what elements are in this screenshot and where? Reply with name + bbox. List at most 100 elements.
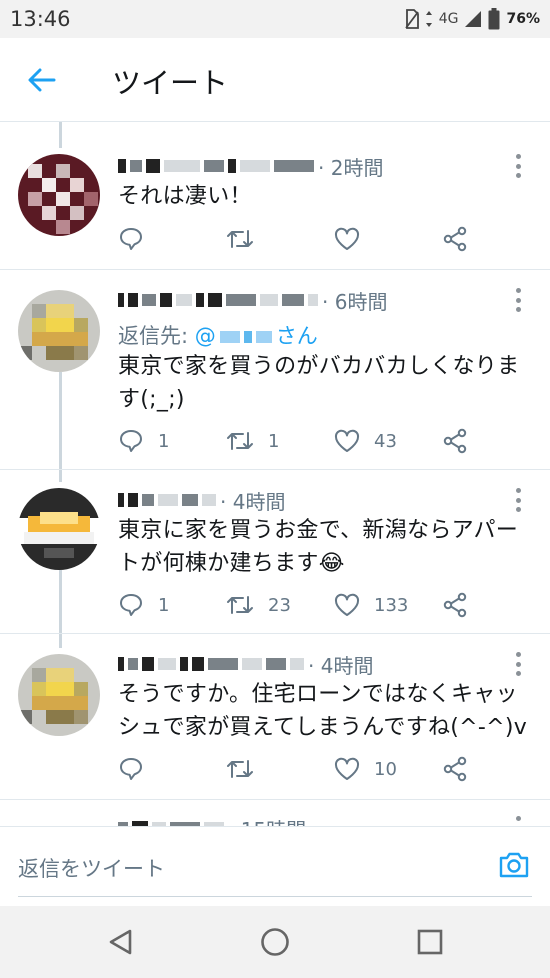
triangle-back-icon bbox=[109, 929, 132, 955]
more-button[interactable] bbox=[512, 488, 524, 512]
share-button[interactable] bbox=[442, 224, 468, 254]
tweet-actions bbox=[118, 224, 478, 254]
reply-to-label: 返信先: bbox=[118, 324, 189, 348]
more-button[interactable] bbox=[512, 154, 524, 178]
blurred-username bbox=[118, 286, 318, 314]
like-count: 43 bbox=[374, 430, 397, 452]
tweet-header: · 4時間 bbox=[118, 486, 490, 514]
heart-icon bbox=[334, 227, 360, 250]
status-time: 13:46 bbox=[10, 7, 71, 31]
retweet-count: 23 bbox=[268, 594, 291, 616]
retweet-button[interactable] bbox=[226, 224, 268, 254]
tweet-time: · 4時間 bbox=[220, 489, 286, 514]
reply-to: 返信先: @ さん bbox=[118, 320, 318, 351]
share-icon bbox=[443, 226, 467, 252]
like-count: 10 bbox=[374, 758, 397, 780]
tweet-text: 東京に家を買うお金で、新潟ならアパートが何棟か建ちます😂 bbox=[118, 518, 519, 576]
tweet-header: · 6時間 bbox=[118, 286, 490, 314]
blurred-username bbox=[118, 486, 216, 514]
tweet-header: · 2時間 bbox=[118, 152, 490, 180]
share-icon bbox=[443, 592, 467, 618]
more-button[interactable] bbox=[512, 288, 524, 312]
app-header: ツイート bbox=[0, 38, 550, 122]
status-bar: 13:46 4G 76% bbox=[0, 0, 550, 38]
back-button[interactable] bbox=[22, 60, 62, 100]
share-icon bbox=[443, 756, 467, 782]
retweet-icon bbox=[227, 760, 253, 778]
retweet-button[interactable]: 23 bbox=[226, 590, 291, 620]
reply-button[interactable]: 1 bbox=[118, 426, 169, 456]
like-button[interactable] bbox=[334, 224, 374, 254]
share-button[interactable] bbox=[442, 754, 468, 784]
reply-input[interactable]: 返信をツイート bbox=[18, 847, 532, 897]
reply-button[interactable]: 1 bbox=[118, 590, 169, 620]
blurred-handle bbox=[219, 323, 272, 351]
tweet[interactable]: · 2時間 それは凄い！ bbox=[0, 122, 550, 270]
retweet-icon bbox=[227, 432, 253, 450]
like-button[interactable]: 10 bbox=[334, 754, 397, 784]
reply-to-handle-text: @ bbox=[194, 324, 216, 348]
nav-back-button[interactable] bbox=[104, 926, 136, 958]
reply-to-handle[interactable]: @ さん bbox=[195, 324, 318, 348]
system-nav-bar bbox=[0, 906, 550, 978]
reply-count: 1 bbox=[158, 430, 170, 452]
tweet[interactable]: · 6時間 返信先: @ さん 東京で家を買うのがバカバカしくなります(;_;) … bbox=[0, 270, 550, 470]
tweet-actions: 10 bbox=[118, 754, 478, 784]
share-button[interactable] bbox=[442, 426, 468, 456]
reply-button[interactable] bbox=[118, 224, 158, 254]
tweet[interactable]: · 4時間 東京に家を買うお金で、新潟ならアパートが何棟か建ちます😂 1 23 … bbox=[0, 470, 550, 634]
reply-button[interactable] bbox=[118, 754, 158, 784]
blurred-username bbox=[118, 152, 314, 180]
tweet[interactable]: · 4時間 そうですか。住宅ローンではなくキャッシュで家が買えてしまうんですね(… bbox=[0, 634, 550, 800]
tweet-text: 東京で家を買うのがバカバカしくなります(;_;) bbox=[118, 354, 520, 412]
tweet-time: · 15時間 bbox=[228, 814, 306, 827]
page-title: ツイート bbox=[112, 66, 229, 100]
tweet-header: · 15時間 bbox=[118, 814, 490, 826]
reply-icon bbox=[120, 594, 142, 616]
reply-to-suffix: さん bbox=[275, 324, 318, 348]
tweet-actions: 1 1 43 bbox=[118, 426, 478, 456]
like-button[interactable]: 43 bbox=[334, 426, 397, 456]
avatar[interactable] bbox=[18, 290, 100, 372]
tweet[interactable]: · 15時間 bbox=[0, 800, 550, 826]
tweet-header: · 4時間 bbox=[118, 650, 490, 678]
nav-home-button[interactable] bbox=[259, 926, 291, 958]
more-button[interactable] bbox=[512, 816, 524, 826]
more-button[interactable] bbox=[512, 652, 524, 676]
camera-button[interactable] bbox=[498, 849, 530, 881]
reply-icon bbox=[120, 430, 142, 452]
tweet-time: · 6時間 bbox=[322, 289, 388, 314]
battery-icon bbox=[488, 8, 500, 30]
reply-count: 1 bbox=[158, 594, 170, 616]
signal-icon bbox=[465, 11, 482, 27]
square-recent-icon bbox=[417, 929, 443, 955]
reply-icon bbox=[120, 758, 142, 780]
blurred-username bbox=[118, 650, 304, 678]
nav-recent-button[interactable] bbox=[414, 926, 446, 958]
retweet-icon bbox=[227, 596, 253, 614]
like-count: 133 bbox=[374, 594, 409, 616]
heart-icon bbox=[334, 593, 360, 616]
arrow-left-icon bbox=[28, 68, 56, 92]
circle-home-icon bbox=[261, 928, 289, 956]
retweet-button[interactable]: 1 bbox=[226, 426, 279, 456]
status-icons: 4G 76% bbox=[404, 5, 540, 33]
no-sim-icon bbox=[404, 9, 419, 29]
tweet-actions: 1 23 133 bbox=[118, 590, 478, 620]
share-icon bbox=[443, 428, 467, 454]
retweet-count: 1 bbox=[268, 430, 280, 452]
network-type: 4G bbox=[438, 11, 459, 27]
reply-icon bbox=[120, 228, 142, 250]
avatar[interactable] bbox=[18, 154, 100, 236]
blurred-username bbox=[118, 814, 224, 826]
tweet-text: それは凄い！ bbox=[118, 184, 252, 209]
like-button[interactable]: 133 bbox=[334, 590, 408, 620]
data-arrows-icon bbox=[425, 11, 432, 27]
avatar[interactable] bbox=[18, 654, 100, 736]
heart-icon bbox=[334, 757, 360, 780]
avatar[interactable] bbox=[18, 488, 100, 570]
share-button[interactable] bbox=[442, 590, 468, 620]
heart-icon bbox=[334, 429, 360, 452]
retweet-button[interactable] bbox=[226, 754, 268, 784]
tweet-text: そうですか。住宅ローンではなくキャッシュで家が買えてしまうんですね(^-^)v bbox=[118, 682, 528, 740]
